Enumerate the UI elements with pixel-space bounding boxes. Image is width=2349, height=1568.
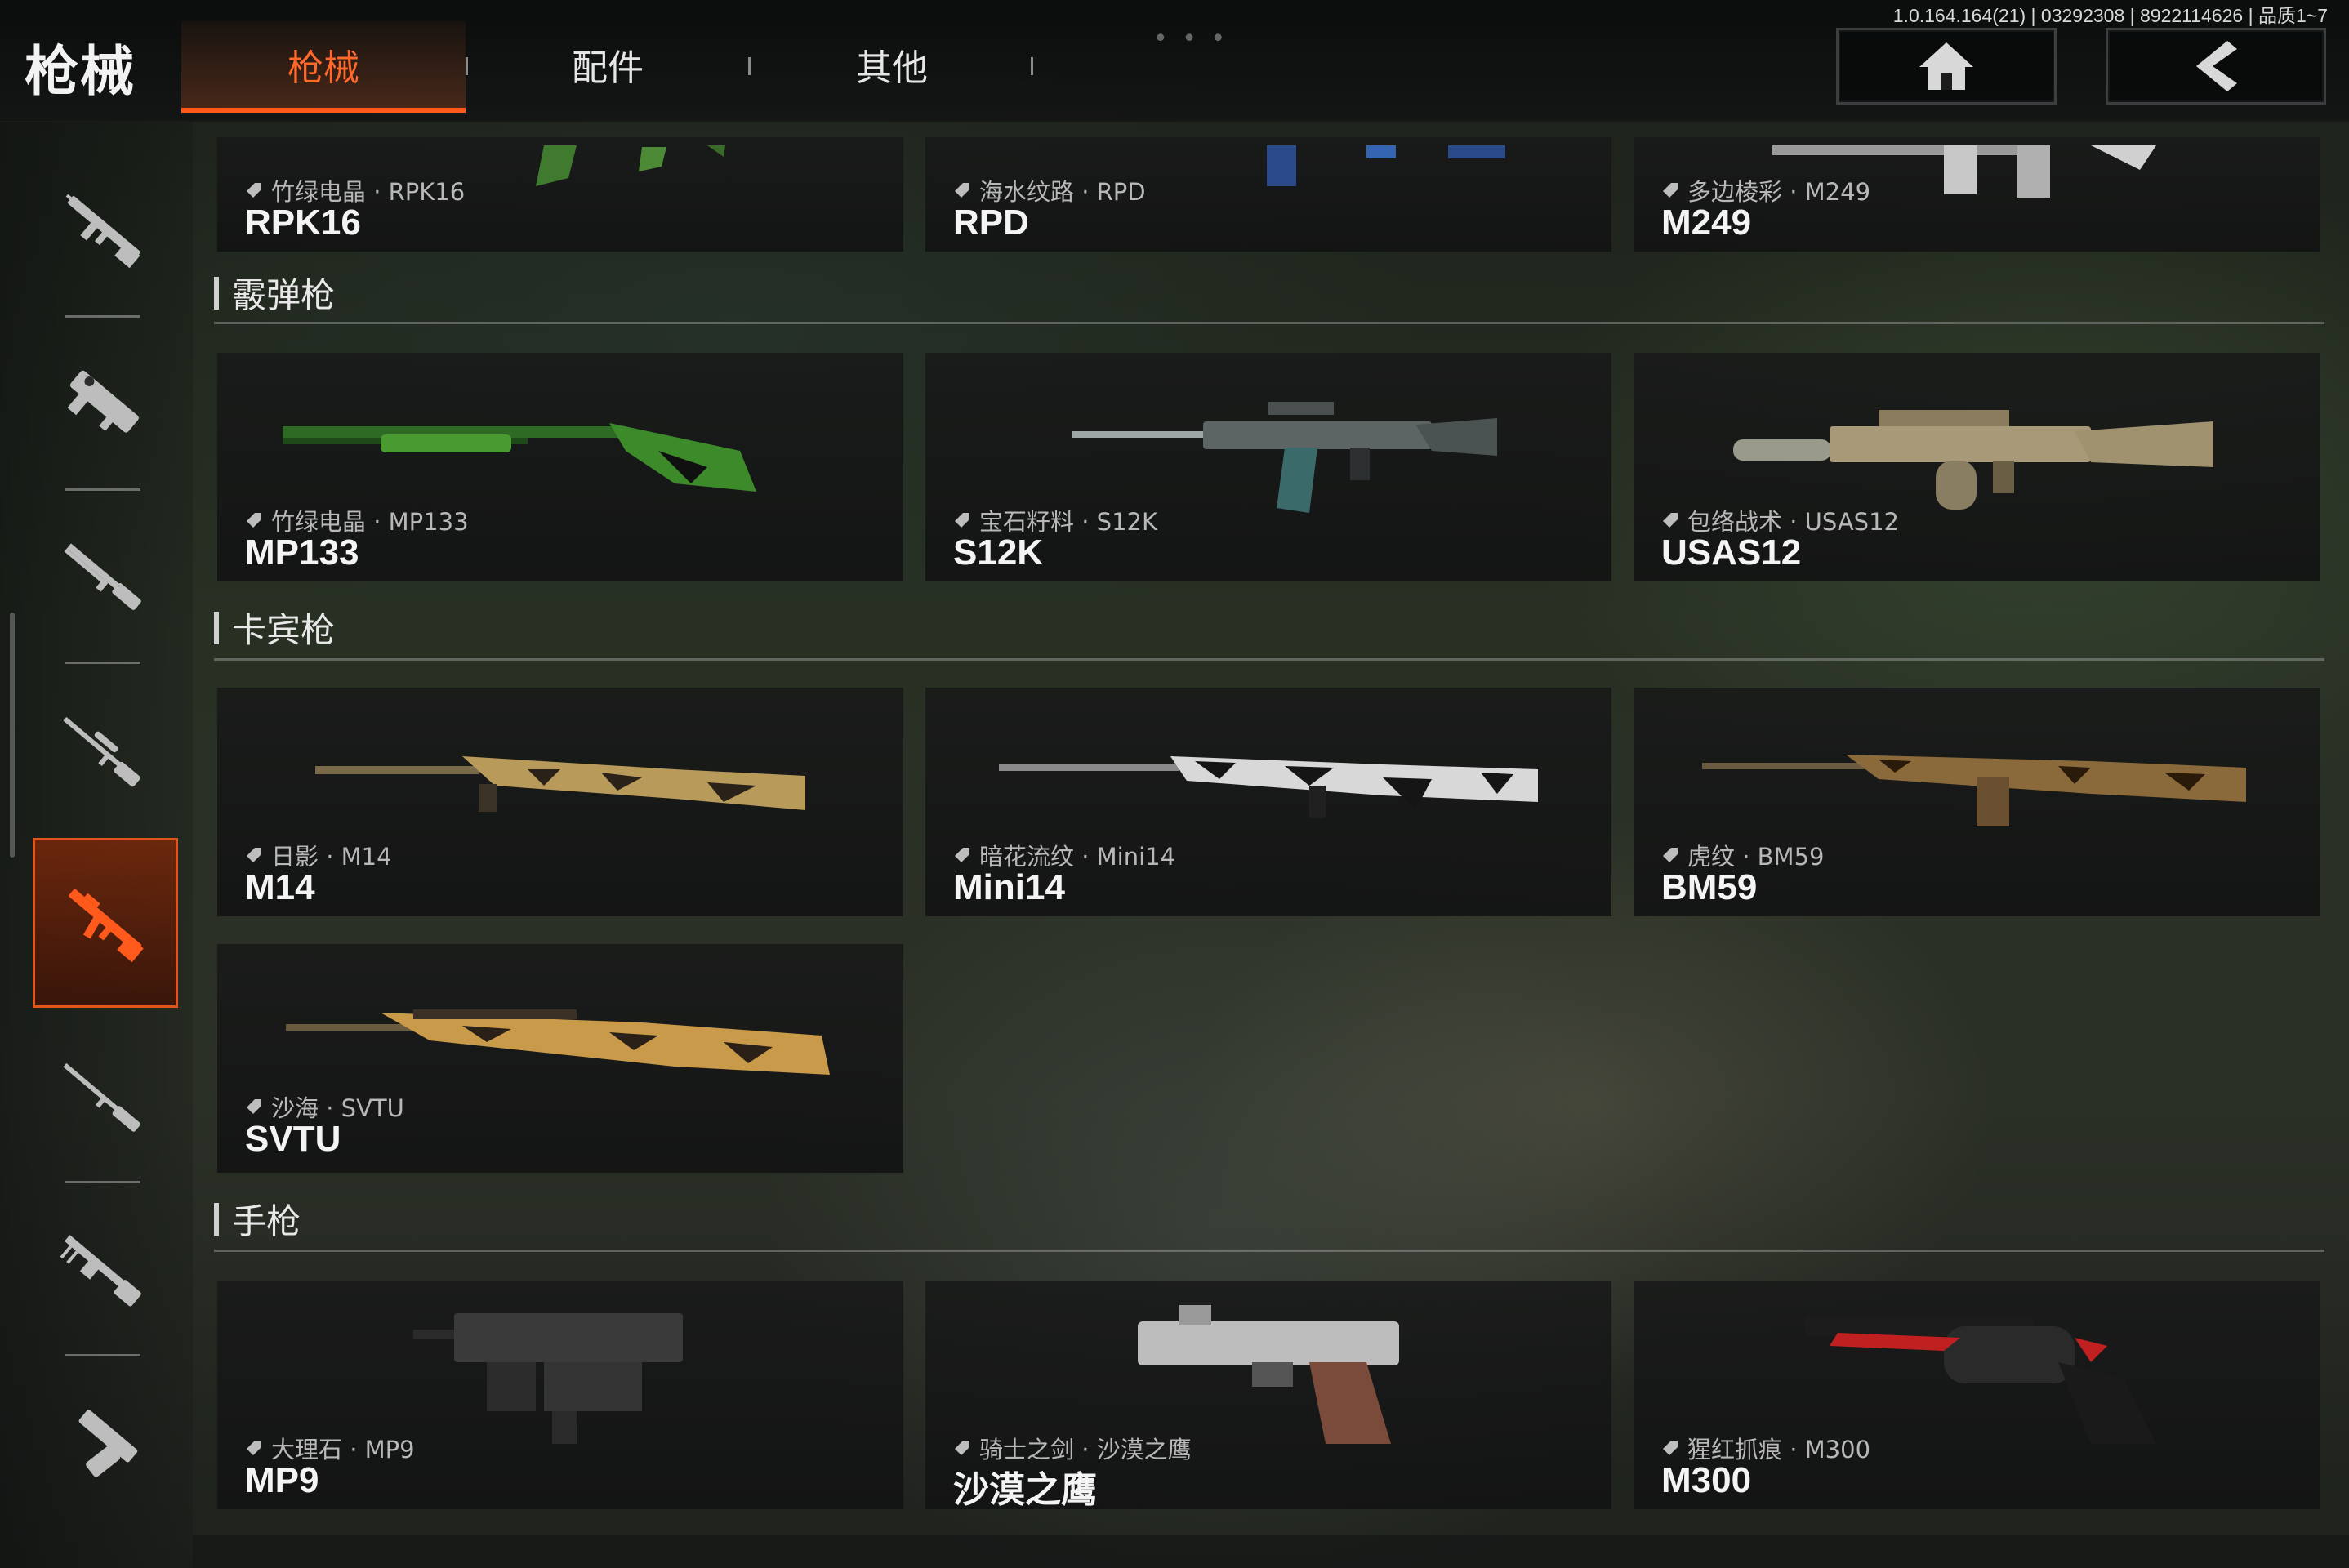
weapon-name: RPK16: [245, 203, 361, 243]
tab-attachments[interactable]: 配件: [466, 21, 750, 108]
skin-tag-icon: [1663, 1441, 1678, 1455]
skin-tag-icon: [247, 848, 261, 862]
weapon-skin-image: [1733, 410, 2213, 510]
weapon-card-usas12[interactable]: 包络战术 · USAS12 USAS12: [1634, 353, 2320, 581]
rail-divider: [65, 488, 140, 491]
home-icon: [1919, 42, 1973, 90]
weapon-name: MP9: [245, 1460, 319, 1500]
weapon-skin-image: [283, 423, 756, 492]
version-info: 1.0.164.164(21) | 03292308 | 8922114626 …: [1892, 5, 2328, 26]
chevron-left-icon: [2196, 41, 2237, 91]
page-title: 枪械: [25, 40, 136, 103]
rail-item-sniper[interactable]: [33, 668, 173, 831]
marksman-rifle-icon: [63, 1062, 140, 1132]
weapon-name: M14: [245, 867, 315, 907]
skin-tag-icon: [955, 848, 969, 862]
rail-divider: [65, 315, 140, 318]
bottom-strip: [193, 1535, 2349, 1568]
weapon-skin-image: [1805, 1316, 2156, 1444]
lmg-icon: [60, 1235, 141, 1307]
shotgun-icon: [64, 543, 141, 610]
weapon-skin-image: [286, 1009, 830, 1075]
skin-tag-icon: [247, 1441, 261, 1455]
rail-scrollbar[interactable]: [10, 612, 15, 858]
skin-tag-icon: [247, 1099, 261, 1114]
skin-tag-icon: [247, 513, 261, 528]
rail-divider: [65, 1354, 140, 1356]
weapon-name: RPD: [953, 203, 1029, 243]
rail-item-lmg[interactable]: [33, 1187, 173, 1351]
weapon-card-rpd[interactable]: 海水纹路 · RPD RPD: [925, 137, 1611, 252]
drag-handle[interactable]: • • •: [1153, 24, 1228, 53]
weapon-skin-image: [315, 756, 805, 812]
section-title-shotgun: 霰弹枪: [214, 268, 335, 318]
section-title-carbine: 卡宾枪: [214, 603, 335, 653]
weapon-name: 沙漠之鹰: [953, 1470, 1097, 1509]
smg-icon: [67, 370, 139, 433]
section-divider: [214, 1250, 2324, 1252]
tab-firearms[interactable]: 枪械: [181, 21, 466, 113]
section-divider: [214, 322, 2324, 324]
weapon-name: USAS12: [1661, 532, 1802, 572]
weapon-category-rail: [0, 122, 193, 1568]
weapon-card-bm59[interactable]: 虎纹 · BM59 BM59: [1634, 688, 2320, 916]
skin-tag-icon: [955, 183, 969, 198]
weapon-skin-image: [1072, 402, 1497, 513]
sniper-rifle-icon: [63, 716, 140, 787]
weapon-card-desert-eagle[interactable]: 骑士之剑 · 沙漠之鹰 沙漠之鹰: [925, 1281, 1611, 1509]
rail-item-carbine[interactable]: [33, 838, 178, 1008]
rail-item-shotgun[interactable]: [33, 495, 173, 658]
section-title-pistol: 手枪: [214, 1194, 301, 1244]
weapon-name: M249: [1661, 203, 1752, 243]
weapon-name: MP133: [245, 532, 359, 572]
weapon-card-s12k[interactable]: 宝石籽料 · S12K S12K: [925, 353, 1611, 581]
weapon-skin-image: [1138, 1305, 1399, 1444]
pistol-icon: [78, 1410, 138, 1477]
rail-item-smg[interactable]: [33, 322, 173, 485]
rail-divider: [65, 662, 140, 664]
weapon-skin-image: [1702, 755, 2246, 826]
tab-other[interactable]: 其他: [750, 21, 1034, 108]
assault-rifle-icon: [65, 194, 140, 269]
weapon-card-svtu[interactable]: 沙海 · SVTU SVTU: [217, 944, 903, 1173]
weapon-name: S12K: [953, 532, 1044, 572]
weapon-name: SVTU: [245, 1119, 341, 1159]
rail-item-assault-rifle[interactable]: [33, 147, 173, 310]
rail-divider: [65, 1181, 140, 1183]
weapon-card-m300[interactable]: 猩红抓痕 · M300 M300: [1634, 1281, 2320, 1509]
skin-tag-icon: [1663, 183, 1678, 198]
weapon-name: M300: [1661, 1460, 1752, 1500]
weapon-name: Mini14: [953, 867, 1065, 907]
rail-item-pistol[interactable]: [33, 1361, 173, 1524]
top-bar: 枪械 枪械 配件 其他 • • • 1.0.164.164(21) | 0329…: [0, 0, 2349, 122]
skin-tag-icon: [955, 513, 969, 528]
weapon-skin-image: [413, 1313, 683, 1444]
weapon-card-mini14[interactable]: 暗花流纹 · Mini14 Mini14: [925, 688, 1611, 916]
skin-tag-icon: [1663, 848, 1678, 862]
back-button[interactable]: [2106, 28, 2326, 105]
tab-separator: [1031, 57, 1033, 75]
section-divider: [214, 658, 2324, 661]
skin-tag-icon: [247, 183, 261, 198]
weapon-card-mp133[interactable]: 竹绿电晶 · MP133 MP133: [217, 353, 903, 581]
weapon-name: BM59: [1661, 867, 1758, 907]
weapon-card-m14[interactable]: 日影 · M14 M14: [217, 688, 903, 916]
rail-item-marksman[interactable]: [33, 1014, 173, 1178]
skin-tag-icon: [955, 1441, 969, 1455]
weapon-card-rpk16[interactable]: 竹绿电晶 · RPK16 RPK16: [217, 137, 903, 252]
weapon-card-mp9[interactable]: 大理石 · MP9 MP9: [217, 1281, 903, 1509]
weapon-card-m249[interactable]: 多边棱彩 · M249 M249: [1634, 137, 2320, 252]
skin-tag-icon: [1663, 513, 1678, 528]
carbine-icon: [69, 889, 144, 963]
home-button[interactable]: [1836, 28, 2057, 105]
weapon-skin-image: [999, 756, 1538, 818]
